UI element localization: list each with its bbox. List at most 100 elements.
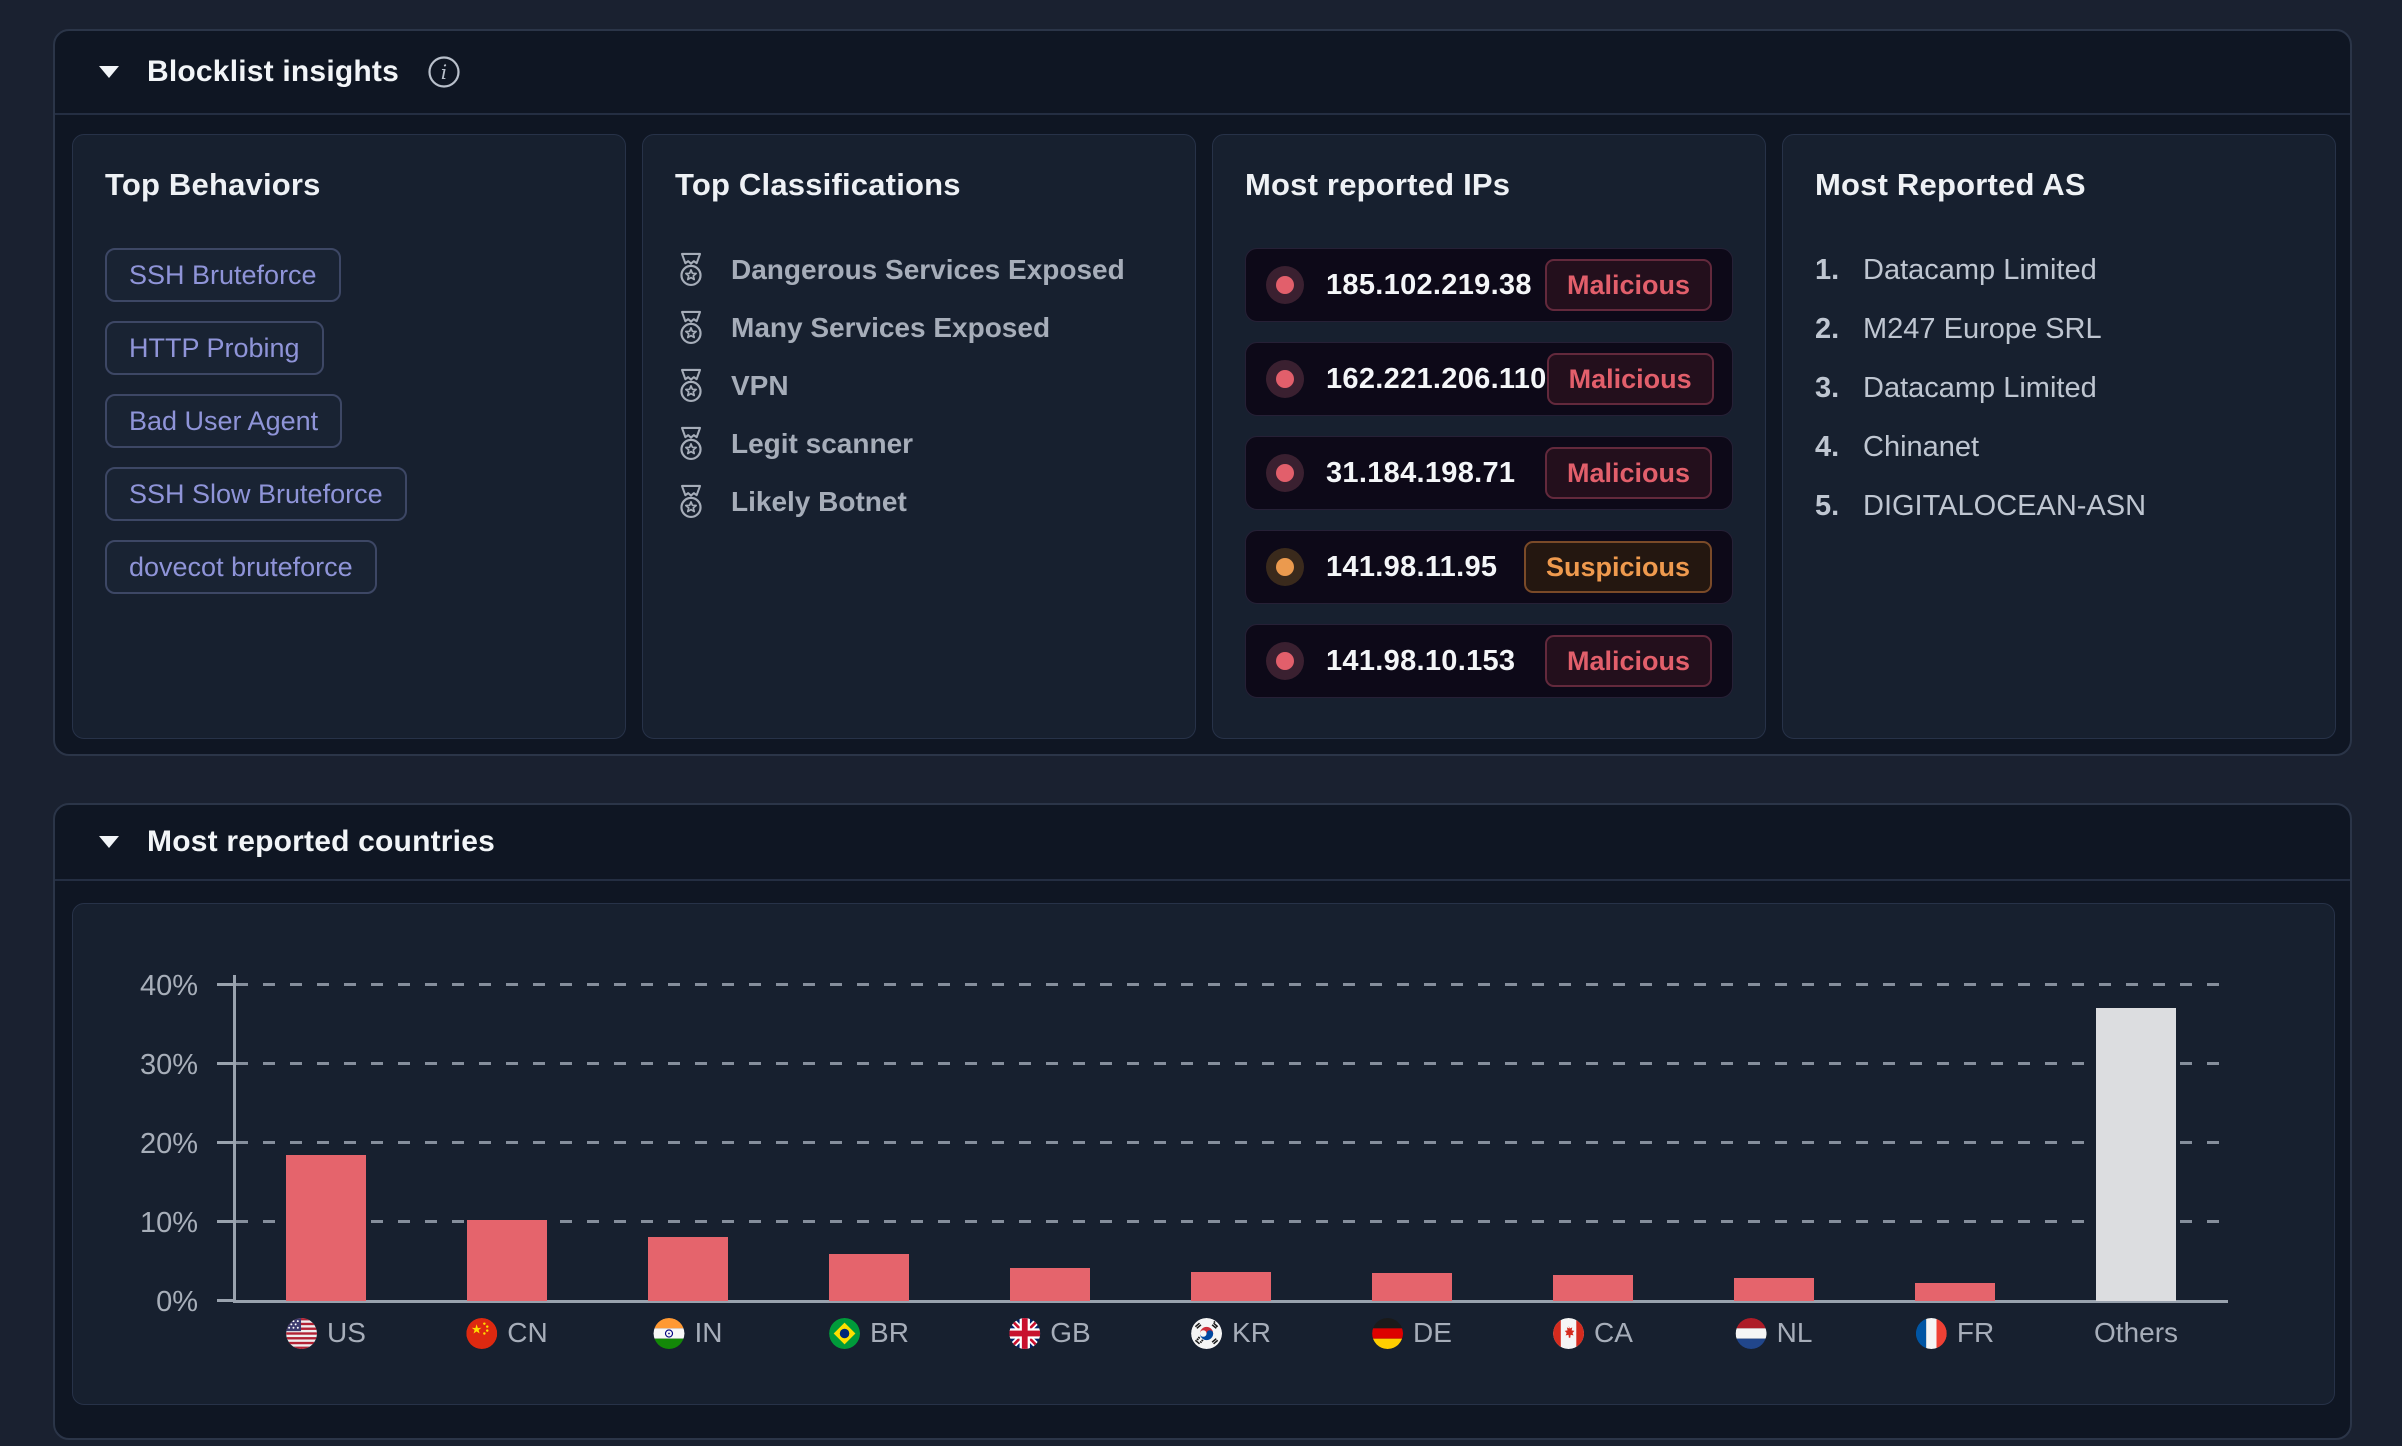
chart-y-tick-label: 0% bbox=[88, 1286, 198, 1319]
chart-x-label-de: DE bbox=[1372, 1317, 1452, 1349]
country-code-label: Others bbox=[2094, 1317, 2178, 1349]
behavior-tag[interactable]: HTTP Probing bbox=[105, 321, 324, 375]
status-badge: Suspicious bbox=[1524, 541, 1712, 593]
countries-chart-card: 0% 10% 20% 30% 40% US CN IN BR GB KR DE CA NL FR Others bbox=[72, 903, 2335, 1405]
as-item: 2.M247 Europe SRL bbox=[1815, 300, 2303, 359]
ip-row[interactable]: 141.98.10.153Malicious bbox=[1245, 624, 1733, 698]
chart-y-tick bbox=[217, 1299, 233, 1302]
chart-bar-ca bbox=[1553, 1275, 1633, 1301]
chart-x-label-gb: GB bbox=[1009, 1317, 1090, 1349]
as-rank: 5. bbox=[1815, 490, 1863, 523]
country-code-label: US bbox=[327, 1317, 366, 1349]
status-dot-inner bbox=[1276, 652, 1294, 670]
country-code-label: CN bbox=[507, 1317, 547, 1349]
chart-x-label-nl: NL bbox=[1736, 1317, 1813, 1349]
most-reported-countries-panel: Most reported countries 0% 10% 20% 30% 40% US… bbox=[53, 803, 2352, 1440]
chart-bar-in bbox=[648, 1237, 728, 1301]
country-code-label: KR bbox=[1232, 1317, 1271, 1349]
behavior-tag[interactable]: SSH Bruteforce bbox=[105, 248, 341, 302]
ip-address: 141.98.11.95 bbox=[1326, 551, 1497, 584]
collapse-caret-icon[interactable] bbox=[99, 836, 119, 848]
card-title-classifications: Top Classifications bbox=[675, 167, 1163, 203]
chart-gridline bbox=[236, 983, 2228, 986]
flag-br-icon bbox=[829, 1318, 860, 1349]
country-code-label: CA bbox=[1594, 1317, 1633, 1349]
as-list: 1.Datacamp Limited2.M247 Europe SRL3.Dat… bbox=[1815, 241, 2303, 536]
classification-item: Dangerous Services Exposed bbox=[675, 241, 1163, 299]
chart-y-tick-label: 10% bbox=[88, 1207, 198, 1240]
chart-bar-others bbox=[2096, 1008, 2176, 1301]
as-item: 1.Datacamp Limited bbox=[1815, 241, 2303, 300]
card-title-ips: Most reported IPs bbox=[1245, 167, 1733, 203]
as-item: 5.DIGITALOCEAN-ASN bbox=[1815, 477, 2303, 536]
chart-y-tick-label: 20% bbox=[88, 1128, 198, 1161]
chart-x-label-in: IN bbox=[654, 1317, 723, 1349]
chart-bar-nl bbox=[1734, 1278, 1814, 1301]
as-name: M247 Europe SRL bbox=[1863, 313, 2102, 346]
ip-row[interactable]: 31.184.198.71 Malicious bbox=[1245, 436, 1733, 510]
flag-cn-icon bbox=[466, 1318, 497, 1349]
chart-y-tick-label: 30% bbox=[88, 1049, 198, 1082]
flag-gb-icon bbox=[1009, 1318, 1040, 1349]
as-rank: 4. bbox=[1815, 431, 1863, 464]
country-code-label: BR bbox=[870, 1317, 909, 1349]
classification-label: Dangerous Services Exposed bbox=[731, 254, 1125, 286]
classification-label: Many Services Exposed bbox=[731, 312, 1050, 344]
medal-icon bbox=[675, 252, 707, 288]
chart-y-tick bbox=[217, 1062, 233, 1065]
flag-fr-icon bbox=[1916, 1318, 1947, 1349]
chart-x-label-br: BR bbox=[829, 1317, 909, 1349]
as-item: 4.Chinanet bbox=[1815, 418, 2303, 477]
ip-list: 185.102.219.38Malicious 162.221.206.110Ma… bbox=[1245, 248, 1733, 698]
collapse-caret-icon[interactable] bbox=[99, 66, 119, 78]
chart-x-label-cn: CN bbox=[466, 1317, 547, 1349]
blocklist-insights-header[interactable]: Blocklist insights i bbox=[55, 31, 2350, 115]
status-dot-inner bbox=[1276, 464, 1294, 482]
behavior-tag-list: SSH Bruteforce HTTP Probing Bad User Agent… bbox=[105, 248, 593, 594]
ip-row[interactable]: 162.221.206.110Malicious bbox=[1245, 342, 1733, 416]
status-dot-icon bbox=[1266, 266, 1304, 304]
classification-label: Likely Botnet bbox=[731, 486, 907, 518]
chart-x-label-ca: CA bbox=[1553, 1317, 1633, 1349]
ip-address: 141.98.10.153 bbox=[1326, 645, 1515, 678]
status-dot-icon bbox=[1266, 360, 1304, 398]
chart-bar-cn bbox=[467, 1220, 547, 1301]
chart-x-label-others: Others bbox=[2094, 1317, 2178, 1349]
classification-item: Many Services Exposed bbox=[675, 299, 1163, 357]
status-badge: Malicious bbox=[1545, 447, 1712, 499]
ip-row[interactable]: 141.98.11.95 Suspicious bbox=[1245, 530, 1733, 604]
chart-x-label-us: US bbox=[286, 1317, 366, 1349]
behavior-tag[interactable]: dovecot bruteforce bbox=[105, 540, 377, 594]
status-dot-inner bbox=[1276, 370, 1294, 388]
section-title-blocklist: Blocklist insights bbox=[147, 55, 399, 89]
medal-icon bbox=[675, 368, 707, 404]
most-reported-as-card: Most Reported AS 1.Datacamp Limited2.M24… bbox=[1782, 134, 2336, 739]
status-dot-icon bbox=[1266, 548, 1304, 586]
chart-bar-br bbox=[829, 1254, 909, 1301]
chart-y-tick bbox=[217, 1220, 233, 1223]
chart-bar-kr bbox=[1191, 1272, 1271, 1301]
as-item: 3.Datacamp Limited bbox=[1815, 359, 2303, 418]
country-code-label: FR bbox=[1957, 1317, 1994, 1349]
classification-label: Legit scanner bbox=[731, 428, 913, 460]
chart-gridline bbox=[236, 1141, 2228, 1144]
as-rank: 3. bbox=[1815, 372, 1863, 405]
info-icon[interactable]: i bbox=[427, 55, 461, 89]
as-name: Chinanet bbox=[1863, 431, 1979, 464]
top-behaviors-card: Top Behaviors SSH BruteforceHTTP Probing… bbox=[72, 134, 626, 739]
medal-icon bbox=[675, 310, 707, 346]
status-dot-inner bbox=[1276, 558, 1294, 576]
ip-row[interactable]: 185.102.219.38Malicious bbox=[1245, 248, 1733, 322]
medal-icon bbox=[675, 426, 707, 462]
countries-header[interactable]: Most reported countries bbox=[55, 805, 2350, 881]
chart-y-tick bbox=[217, 983, 233, 986]
country-code-label: DE bbox=[1413, 1317, 1452, 1349]
as-rank: 1. bbox=[1815, 254, 1863, 287]
ip-address: 31.184.198.71 bbox=[1326, 457, 1515, 490]
chart-y-tick-label: 40% bbox=[88, 970, 198, 1003]
behavior-tag[interactable]: Bad User Agent bbox=[105, 394, 342, 448]
as-name: Datacamp Limited bbox=[1863, 254, 2097, 287]
status-badge: Malicious bbox=[1545, 259, 1712, 311]
behavior-tag[interactable]: SSH Slow Bruteforce bbox=[105, 467, 407, 521]
medal-icon bbox=[675, 484, 707, 520]
